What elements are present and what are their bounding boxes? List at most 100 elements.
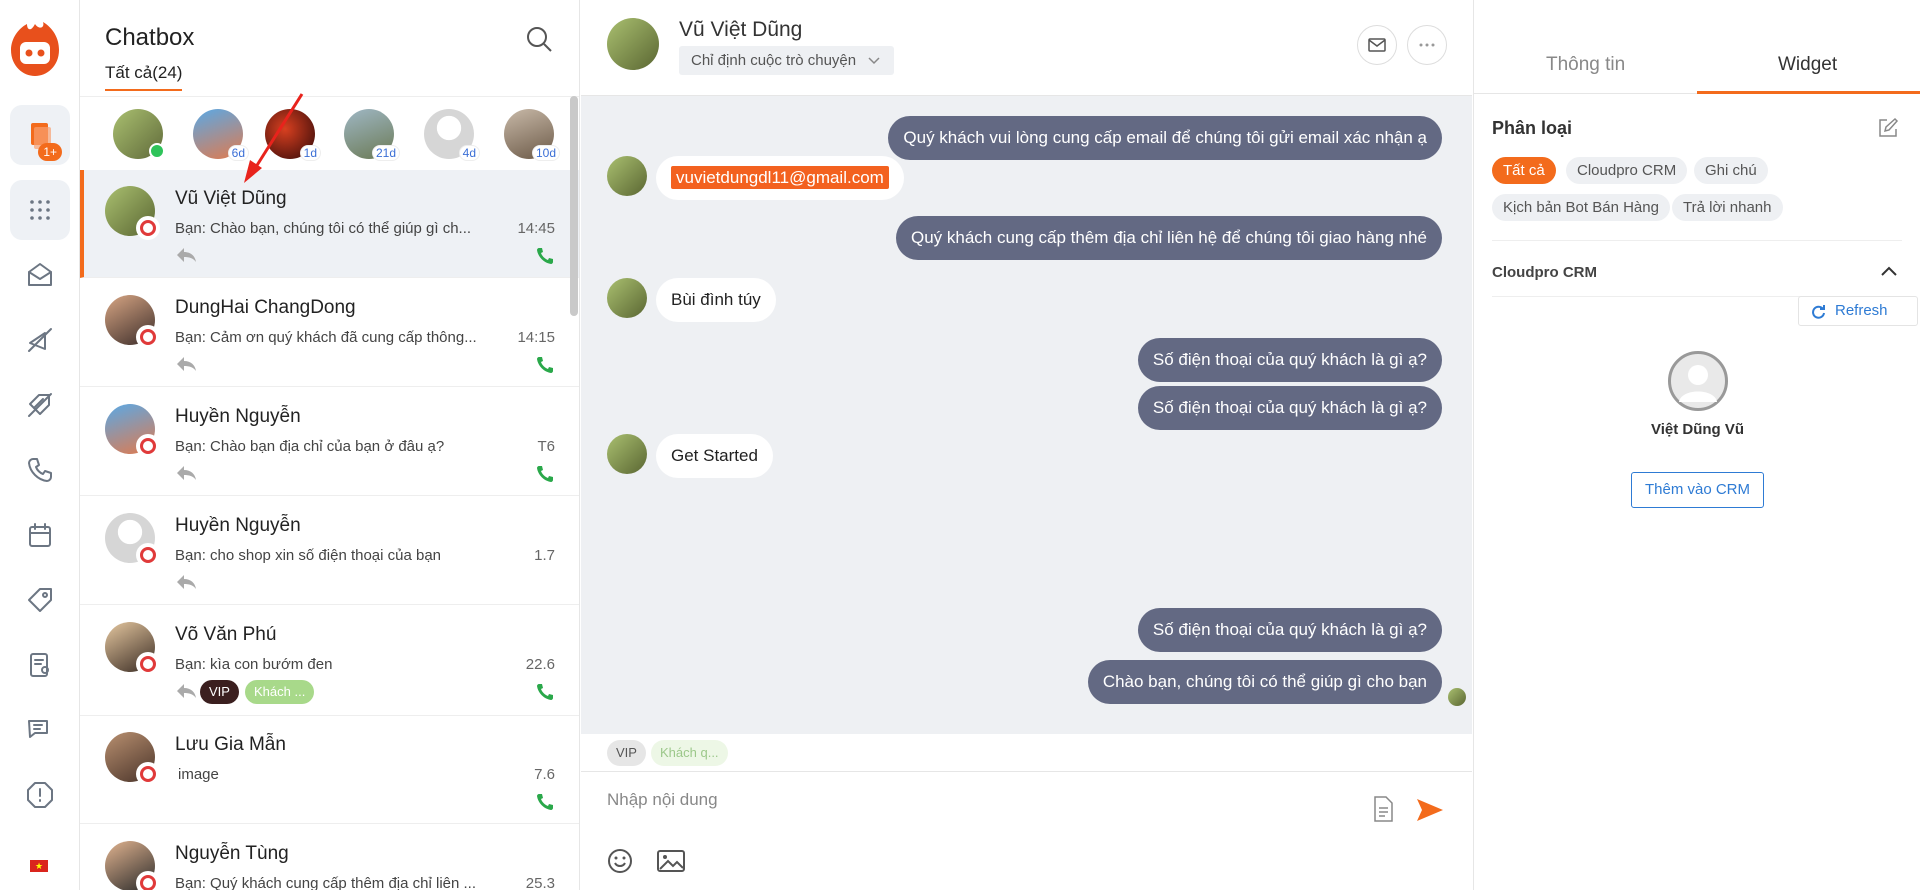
- conversation-list-panel: Chatbox Tất cả(24) 6d 1d 21d 4d 10d Vũ V…: [80, 0, 580, 890]
- nav-messages[interactable]: [10, 700, 70, 760]
- mail-icon: [1368, 38, 1386, 52]
- message-time: 25.3: [525, 875, 555, 890]
- chat-panel: Vũ Việt Dũng Chỉ định cuộc trò chuyện Qu…: [581, 0, 1472, 890]
- filter-chip-notes[interactable]: Ghi chú: [1694, 157, 1768, 184]
- nav-chatbox[interactable]: 1+: [10, 105, 70, 165]
- nav-labels[interactable]: [10, 570, 70, 630]
- ellipsis-icon: [1419, 43, 1435, 47]
- refresh-icon: [1812, 305, 1825, 319]
- nav-email[interactable]: [10, 245, 70, 305]
- filter-chip-all[interactable]: Tất cả: [1492, 157, 1556, 184]
- outgoing-message: Quý khách cung cấp thêm địa chỉ liên hệ …: [895, 216, 1442, 260]
- messenger-badge-icon: [136, 652, 160, 676]
- message-time: 1.7: [534, 547, 555, 564]
- story-avatar[interactable]: 21d: [344, 109, 400, 161]
- tab-widget[interactable]: Widget: [1778, 54, 1837, 76]
- avatar: [607, 18, 659, 70]
- nav-calls[interactable]: [10, 440, 70, 500]
- story-avatar[interactable]: 4d: [424, 109, 480, 161]
- filter-chip-quick-reply[interactable]: Trả lời nhanh: [1672, 194, 1783, 221]
- last-message: Bạn: Chào bạn địa chỉ của bạn ở đâu ạ?: [175, 438, 445, 455]
- nav-tags[interactable]: [10, 375, 70, 435]
- nav-calendar[interactable]: [10, 505, 70, 565]
- language-flag-icon[interactable]: ★: [30, 860, 48, 872]
- conversation-item[interactable]: Lưu Gia Mẫn image 7.6: [80, 716, 579, 824]
- story-age: 21d: [371, 145, 400, 161]
- envelope-open-icon: [28, 263, 52, 286]
- refresh-button[interactable]: Refresh: [1798, 296, 1918, 326]
- tags-off-icon: [28, 393, 52, 417]
- conversation-item[interactable]: Vũ Việt Dũng Bạn: Chào bạn, chúng tôi có…: [80, 170, 579, 278]
- tab-all[interactable]: Tất cả(24): [105, 63, 183, 91]
- messenger-badge-icon: [136, 871, 160, 890]
- contact-name: Vũ Việt Dũng: [175, 188, 287, 209]
- crm-contact-name: Việt Dũng Vũ: [1650, 421, 1745, 438]
- tag-customer[interactable]: Khách q...: [651, 740, 728, 766]
- conversation-tags: VIP Khách q...: [581, 734, 1472, 772]
- tag-vip[interactable]: VIP: [607, 740, 646, 766]
- filter-chip-cloudpro[interactable]: Cloudpro CRM: [1566, 157, 1688, 184]
- story-avatar[interactable]: 10d: [504, 109, 560, 161]
- search-icon[interactable]: [525, 25, 553, 53]
- active-tab-indicator: [1697, 91, 1920, 94]
- reply-icon: [177, 357, 196, 371]
- image-icon[interactable]: [657, 850, 685, 872]
- story-avatar[interactable]: [113, 109, 165, 159]
- nav-apps[interactable]: [10, 180, 70, 240]
- chat-contact-name: Vũ Việt Dũng: [679, 18, 803, 41]
- contact-name: Huyền Nguyễn: [175, 406, 301, 427]
- phone-icon[interactable]: [535, 792, 555, 812]
- phone-icon[interactable]: [535, 464, 555, 484]
- contact-name: Nguyễn Tùng: [175, 843, 289, 864]
- last-message: Bạn: Quý khách cung cấp thêm địa chỉ liê…: [175, 875, 477, 890]
- assign-conversation-select[interactable]: Chỉ định cuộc trò chuyện: [679, 46, 894, 75]
- email-button[interactable]: [1357, 25, 1397, 65]
- chevron-up-icon[interactable]: [1881, 266, 1897, 276]
- incoming-message: Bùi đình túy: [656, 278, 776, 322]
- last-message: Bạn: cho shop xin số điện thoại của bạn: [175, 547, 442, 564]
- document-icon[interactable]: [1373, 796, 1393, 822]
- conversation-item[interactable]: DungHai ChangDong Bạn: Cảm ơn quý khách …: [80, 279, 579, 387]
- crm-section-title[interactable]: Cloudpro CRM: [1492, 264, 1597, 281]
- reply-icon: [177, 248, 196, 262]
- contact-name: DungHai ChangDong: [175, 297, 356, 318]
- chat-header: Vũ Việt Dũng Chỉ định cuộc trò chuyện: [581, 0, 1472, 96]
- messenger-badge-icon: [136, 325, 160, 349]
- outgoing-message: Số điện thoại của quý khách là gì ạ?: [1137, 386, 1442, 430]
- add-to-crm-button[interactable]: Thêm vào CRM: [1631, 472, 1764, 508]
- phone-icon[interactable]: [535, 355, 555, 375]
- edit-icon[interactable]: [1877, 117, 1899, 139]
- refresh-label: Refresh: [1835, 302, 1888, 319]
- tab-info[interactable]: Thông tin: [1546, 54, 1625, 76]
- online-indicator: [149, 143, 165, 159]
- annotation-arrow-icon: [244, 93, 304, 183]
- phone-icon[interactable]: [535, 682, 555, 702]
- nav-alerts[interactable]: [10, 765, 70, 825]
- conversation-item[interactable]: Huyền Nguyễn Bạn: cho shop xin số điện t…: [80, 497, 579, 605]
- nav-contacts[interactable]: [10, 635, 70, 695]
- conversation-item[interactable]: Huyền Nguyễn Bạn: Chào bạn địa chỉ của b…: [80, 388, 579, 496]
- filter-chip-bot-script[interactable]: Kịch bản Bot Bán Hàng: [1492, 194, 1670, 221]
- conversation-item[interactable]: Nguyễn Tùng Bạn: Quý khách cung cấp thêm…: [80, 825, 579, 890]
- conversation-item[interactable]: Võ Văn Phú Bạn: kìa con bướm đen 22.6 VI…: [80, 606, 579, 716]
- right-tabs: Thông tin Widget: [1474, 0, 1920, 94]
- message-time: 14:45: [517, 220, 555, 237]
- email-highlight[interactable]: vuvietdungdl11@gmail.com: [671, 166, 889, 189]
- phone-icon[interactable]: [535, 246, 555, 266]
- list-scrollbar[interactable]: [570, 96, 578, 316]
- message-time: T6: [537, 438, 555, 455]
- chevron-down-icon: [868, 57, 880, 65]
- contact-list-icon: [30, 653, 49, 677]
- incoming-message: vuvietdungdl11@gmail.com: [656, 156, 904, 200]
- nav-campaign[interactable]: [10, 310, 70, 370]
- app-logo-icon[interactable]: [9, 20, 61, 80]
- more-options-button[interactable]: [1407, 25, 1447, 65]
- message-input[interactable]: Nhập nội dung: [607, 790, 718, 810]
- emoji-icon[interactable]: [607, 848, 633, 874]
- section-title: Phân loại: [1492, 118, 1573, 138]
- alert-octagon-icon: [27, 782, 53, 808]
- tag-customer: Khách ...: [245, 680, 315, 704]
- last-message: Bạn: Cảm ơn quý khách đã cung cấp thông.…: [175, 329, 477, 346]
- megaphone-off-icon: [28, 328, 52, 352]
- send-icon[interactable]: [1416, 798, 1444, 822]
